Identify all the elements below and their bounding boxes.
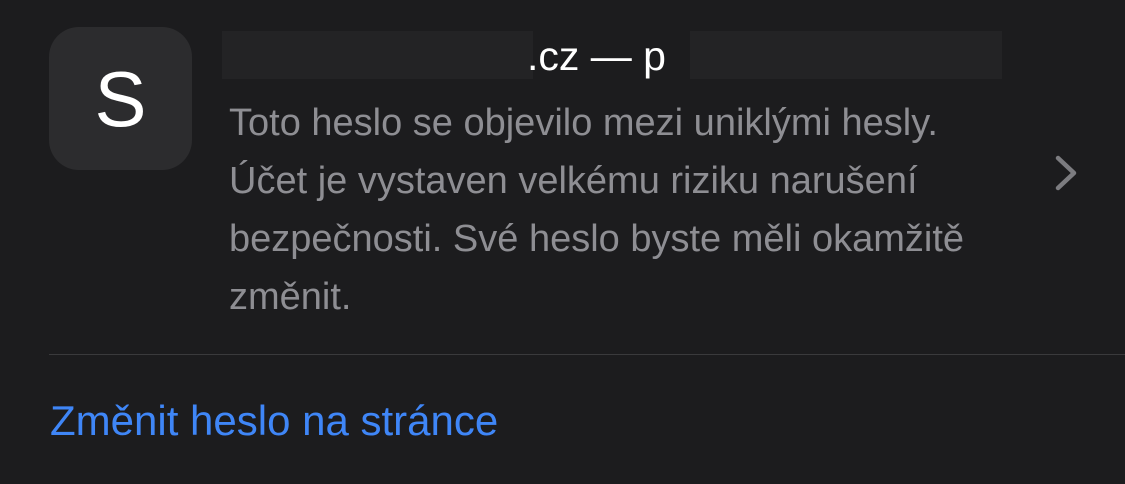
separator [49,354,1125,355]
account-title: .cz — p [222,28,1012,84]
breach-warning-text: Toto heslo se objevilo mezi uniklými hes… [229,102,965,318]
change-password-on-site-button[interactable]: Změnit heslo na stránce [50,393,498,449]
account-title-text: .cz — p [527,33,666,79]
redacted-block [222,31,533,79]
password-warning-screen: S .cz — p Toto heslo se objevilo mezi un… [0,0,1125,484]
redacted-block [690,31,1002,79]
compromised-password-row[interactable]: S .cz — p Toto heslo se objevilo mezi un… [0,0,1125,355]
site-avatar: S [49,27,192,170]
chevron-right-icon [1055,155,1077,191]
avatar-letter: S [94,54,147,143]
